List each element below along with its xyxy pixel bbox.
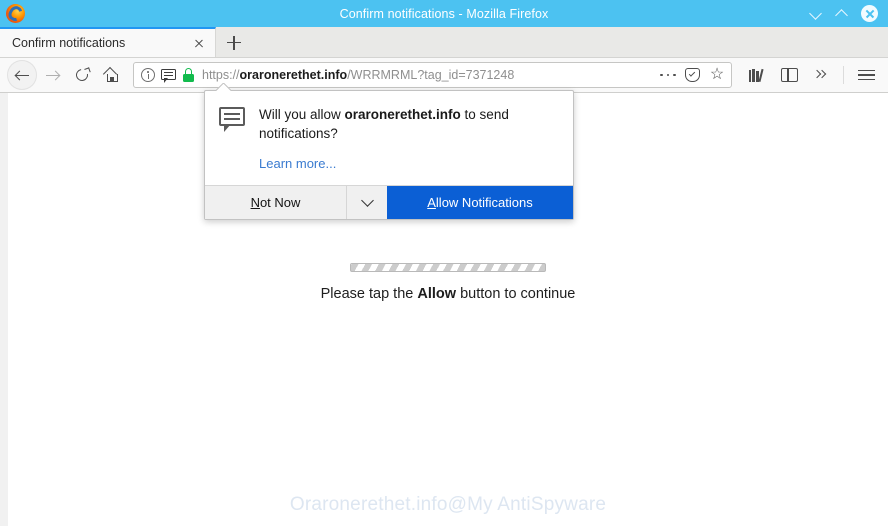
question-prefix: Will you allow [259, 107, 345, 122]
url-actions: ☆ [660, 67, 725, 83]
chevron-down-icon [360, 194, 374, 208]
window-title: Confirm notifications - Mozilla Firefox [339, 6, 549, 21]
forward-button[interactable] [37, 60, 67, 90]
library-icon [748, 68, 766, 83]
padlock-icon[interactable] [182, 68, 194, 82]
info-circle-icon[interactable] [141, 68, 155, 82]
sidebar-button[interactable] [774, 60, 804, 90]
page-center-block: Please tap the Allow button to continue [8, 263, 888, 302]
hamburger-menu-icon [857, 68, 875, 82]
sidebar-icon [780, 68, 798, 82]
url-scheme: https:// [202, 68, 240, 82]
forward-arrow-icon [45, 68, 60, 83]
star-icon[interactable]: ☆ [709, 67, 725, 83]
tap-prefix: Please tap the [320, 286, 418, 302]
browser-window: Confirm notifications - Mozilla Firefox … [0, 0, 888, 526]
maximize-button[interactable] [835, 6, 850, 22]
home-button[interactable] [97, 60, 127, 90]
back-button[interactable] [7, 60, 37, 90]
identity-icons [141, 68, 194, 83]
tab-confirm-notifications[interactable]: Confirm notifications [0, 27, 216, 57]
url-path: /WRRMRML?tag_id=7371248 [347, 68, 515, 82]
back-arrow-icon [14, 68, 30, 83]
speech-bubble-icon[interactable] [161, 68, 176, 83]
popup-body: Will you allow oraronerethet.info to sen… [205, 91, 573, 185]
learn-more-link[interactable]: Learn more... [259, 156, 336, 171]
close-button[interactable] [861, 5, 878, 22]
allow-label: llow Notifications [435, 195, 533, 211]
tap-suffix: button to continue [456, 286, 576, 302]
not-now-accesskey: N [250, 195, 260, 211]
tab-strip: Confirm notifications [0, 27, 888, 58]
not-now-button[interactable]: Not Now [205, 186, 347, 220]
url-host: oraronerethet.info [239, 68, 348, 82]
firefox-logo-icon [5, 3, 27, 25]
reload-button[interactable] [67, 60, 97, 90]
library-button[interactable] [742, 60, 772, 90]
toolbar-divider [843, 66, 844, 84]
new-tab-button[interactable] [216, 27, 252, 57]
tap-bold-allow: Allow [417, 286, 457, 302]
minimize-button[interactable] [809, 6, 824, 21]
not-now-label: ot Now [259, 195, 301, 211]
question-host: oraronerethet.info [344, 107, 461, 122]
reload-icon [73, 66, 91, 83]
permission-dropdown-button[interactable] [347, 186, 387, 219]
tap-instruction: Please tap the Allow button to continue [8, 286, 888, 302]
watermark: Oraronerethet.info@My AntiSpyware [289, 494, 607, 515]
shield-check-icon[interactable] [685, 68, 700, 83]
notification-permission-popup: Will you allow oraronerethet.info to sen… [204, 90, 574, 221]
home-icon [102, 66, 120, 83]
permission-question: Will you allow oraronerethet.info to sen… [259, 105, 559, 143]
double-chevron-icon [812, 68, 829, 82]
url-text[interactable]: https://oraronerethet.info/WRRMRML?tag_i… [202, 68, 654, 82]
navigation-toolbar: https://oraronerethet.info/WRRMRML?tag_i… [0, 58, 888, 93]
title-bar: Confirm notifications - Mozilla Firefox [0, 0, 888, 27]
loading-progress-bar [350, 263, 546, 272]
tab-close-icon[interactable] [190, 35, 207, 52]
window-controls [809, 5, 888, 22]
popup-caret [216, 83, 231, 91]
allow-notifications-button[interactable]: Allow Notifications [387, 186, 573, 220]
ellipsis-icon[interactable] [660, 68, 676, 82]
allow-accesskey: A [427, 195, 436, 211]
notification-bubble-icon [219, 107, 245, 132]
popup-footer: Not Now Allow Notifications [205, 185, 573, 220]
toolbar-end-buttons [738, 60, 881, 90]
app-menu-button[interactable] [851, 60, 881, 90]
popup-texts: Will you allow oraronerethet.info to sen… [259, 105, 559, 173]
overflow-button[interactable] [806, 60, 836, 90]
tab-label: Confirm notifications [12, 36, 126, 50]
